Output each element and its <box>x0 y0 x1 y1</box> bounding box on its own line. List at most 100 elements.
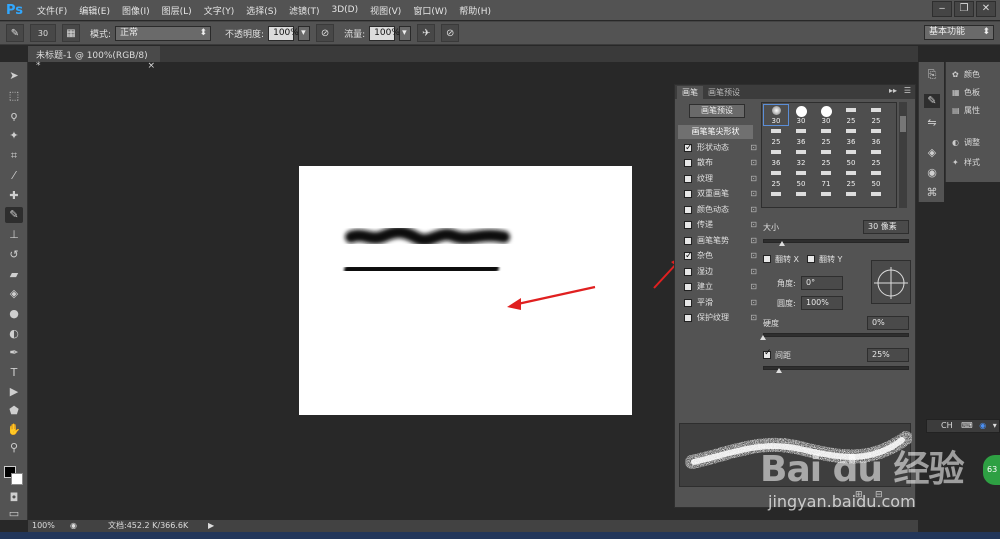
brush-tip[interactable]: 30 <box>763 104 789 126</box>
menu-view[interactable]: 视图(V) <box>364 4 407 17</box>
clone-source-icon[interactable]: ⇋ <box>924 116 940 130</box>
checkbox[interactable] <box>684 175 692 183</box>
pen-tool-icon[interactable]: ✒ <box>5 345 23 361</box>
panel-swatches[interactable]: ▦ 色板 <box>952 86 980 100</box>
close-icon[interactable]: × <box>147 61 155 71</box>
brush-tip[interactable]: 25 <box>839 105 863 125</box>
brush-tip[interactable]: 50 <box>789 168 813 188</box>
keyboard-icon[interactable]: ⌨ <box>961 421 973 430</box>
hardness-input[interactable]: 0% <box>867 316 909 330</box>
menu-image[interactable]: 图像(I) <box>116 4 156 17</box>
lock-icon[interactable]: ⊡ <box>750 234 757 248</box>
quick-mask-icon[interactable]: ◘ <box>5 490 23 506</box>
crop-tool-icon[interactable]: ⌗ <box>5 148 23 164</box>
checkbox[interactable] <box>684 249 693 263</box>
close-button[interactable]: ✕ <box>976 1 996 17</box>
brush-panel-toggle-icon[interactable]: ▦ <box>62 24 80 42</box>
brush-tip[interactable] <box>789 189 813 209</box>
menu-filter[interactable]: 滤镜(T) <box>283 4 326 17</box>
checkbox[interactable] <box>684 237 692 245</box>
opacity-dropdown[interactable]: ▾ <box>298 25 311 41</box>
flip-y-checkbox[interactable] <box>807 255 815 263</box>
checkbox[interactable] <box>684 190 692 198</box>
eyedropper-tool-icon[interactable]: ⁄ <box>5 168 23 184</box>
lock-icon[interactable]: ⊡ <box>750 218 757 232</box>
menu-select[interactable]: 选择(S) <box>240 4 283 17</box>
option-scattering[interactable]: 散布 ⊡ <box>681 156 757 170</box>
size-input[interactable]: 30 像素 <box>863 220 909 234</box>
ime-language[interactable]: CH <box>941 421 953 430</box>
menu-file[interactable]: 文件(F) <box>31 4 73 17</box>
flow-dropdown[interactable]: ▾ <box>399 25 412 41</box>
magic-wand-tool-icon[interactable]: ✦ <box>5 128 23 144</box>
restore-button[interactable]: ❐ <box>954 1 974 17</box>
brush-tip[interactable]: 36 <box>764 147 788 167</box>
panel-styles[interactable]: ✦ 样式 <box>952 156 980 170</box>
option-color-dynamics[interactable]: 颜色动态 ⊡ <box>681 203 757 217</box>
hardness-slider[interactable] <box>763 333 909 337</box>
move-tool-icon[interactable]: ➤ <box>5 68 23 84</box>
brush-tip[interactable] <box>814 189 838 209</box>
option-protect-texture[interactable]: 保护纹理 ⊡ <box>681 311 757 325</box>
brush-tip[interactable]: 25 <box>864 147 888 167</box>
spacing-checkbox[interactable] <box>763 348 772 359</box>
lock-icon[interactable]: ⊡ <box>750 187 757 201</box>
checkbox[interactable] <box>684 283 692 291</box>
dodge-tool-icon[interactable]: ◐ <box>5 326 23 342</box>
lock-icon[interactable]: ⊡ <box>750 141 757 155</box>
checkbox[interactable] <box>684 268 692 276</box>
option-smoothing[interactable]: 平滑 ⊡ <box>681 296 757 310</box>
zoom-level[interactable]: 100% <box>32 520 55 532</box>
eraser-tool-icon[interactable]: ▰ <box>5 267 23 283</box>
options-icon[interactable]: ▾ <box>993 421 997 430</box>
opacity-input[interactable]: 100% <box>268 25 299 41</box>
brush-tip[interactable] <box>764 189 788 209</box>
panel-adjustments[interactable]: ◐ 调整 <box>952 136 980 150</box>
menu-edit[interactable]: 编辑(E) <box>73 4 116 17</box>
brush-tip-shape-item[interactable]: 画笔笔尖形状 <box>678 125 753 139</box>
lock-icon[interactable]: ⊡ <box>750 311 757 325</box>
brush-tip[interactable]: 30 <box>814 105 838 125</box>
option-shape-dynamics[interactable]: 形状动态⊡ <box>681 141 757 155</box>
screen-mode-icon[interactable]: ▭ <box>5 506 23 522</box>
paths-icon[interactable]: ⌘ <box>924 186 940 200</box>
help-icon[interactable]: ◉ <box>979 421 986 430</box>
tab-brush[interactable]: 画笔 <box>677 86 703 99</box>
brush-tip[interactable] <box>864 189 888 209</box>
spacing-slider[interactable] <box>763 366 909 370</box>
floating-badge[interactable]: 63 <box>983 455 1000 485</box>
brush-panel-icon[interactable]: ✎ <box>924 94 940 108</box>
spacing-slider-knob[interactable] <box>776 368 782 373</box>
brush-tip[interactable]: 25 <box>814 147 838 167</box>
option-build-up[interactable]: 建立 ⊡ <box>681 280 757 294</box>
lock-icon[interactable]: ⊡ <box>750 265 757 279</box>
lock-icon[interactable]: ⊡ <box>750 156 757 170</box>
checkbox[interactable] <box>684 221 692 229</box>
lock-icon[interactable]: ⊡ <box>750 296 757 310</box>
option-transfer[interactable]: 传递 ⊡ <box>681 218 757 232</box>
checkbox[interactable] <box>684 141 693 155</box>
healing-brush-tool-icon[interactable]: ✚ <box>5 188 23 204</box>
marquee-tool-icon[interactable]: ⬚ <box>5 88 23 104</box>
clone-stamp-tool-icon[interactable]: ⊥ <box>5 227 23 243</box>
brush-tip[interactable]: 71 <box>814 168 838 188</box>
lock-icon[interactable]: ⊡ <box>750 249 757 263</box>
brush-tip[interactable]: 32 <box>789 147 813 167</box>
angle-input[interactable]: 0° <box>801 276 843 290</box>
roundness-input[interactable]: 100% <box>801 296 843 310</box>
brush-tip[interactable]: 25 <box>764 168 788 188</box>
workspace-select[interactable]: 基本功能 ⬍ <box>924 25 994 40</box>
collapse-icon[interactable]: ▸▸ <box>889 86 897 95</box>
brush-tip[interactable]: 50 <box>839 147 863 167</box>
flow-input[interactable]: 100% <box>369 25 400 41</box>
lock-icon[interactable]: ⊡ <box>750 203 757 217</box>
mode-select[interactable]: 正常 ⬍ <box>115 25 212 41</box>
angle-roundness-widget[interactable] <box>871 260 911 304</box>
brush-size-picker[interactable]: 30 <box>30 24 56 42</box>
layers-icon[interactable]: ◈ <box>924 146 940 160</box>
channels-icon[interactable]: ◉ <box>924 166 940 180</box>
airbrush-icon[interactable]: ✈ <box>417 24 436 42</box>
brush-tip[interactable]: 50 <box>864 168 888 188</box>
panel-menu-icon[interactable]: ☰ <box>904 86 911 95</box>
option-texture[interactable]: 纹理 ⊡ <box>681 172 757 186</box>
